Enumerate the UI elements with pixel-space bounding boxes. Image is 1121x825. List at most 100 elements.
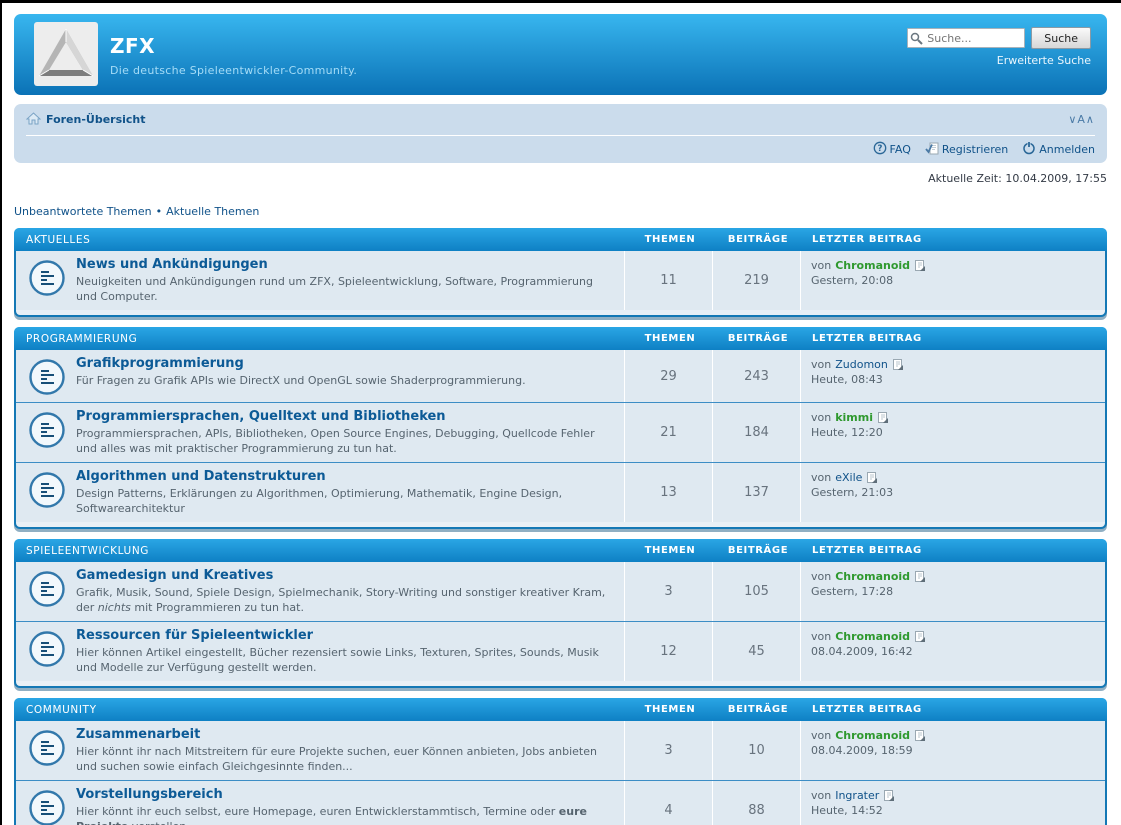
last-post-time: 08.04.2009, 16:42 <box>811 645 1101 658</box>
section-header: SPIELEENTWICKLUNG THEMEN BEITRÄGE LETZTE… <box>14 539 1107 562</box>
breadcrumb[interactable]: Foren-Übersicht <box>26 112 146 128</box>
last-poster-link[interactable]: Chromanoid <box>835 259 910 272</box>
forum-title-link[interactable]: Programmiersprachen, Quelltext und Bibli… <box>76 409 446 424</box>
column-header-lastpost: LETZTER BEITRAG <box>802 704 1107 715</box>
last-poster-link[interactable]: Ingrater <box>835 789 879 802</box>
quicklinks: Unbeantwortete Themen•Aktuelle Themen <box>14 205 1107 218</box>
column-header-topics: THEMEN <box>626 545 714 556</box>
column-header-lastpost: LETZTER BEITRAG <box>802 333 1107 344</box>
column-header-posts: BEITRÄGE <box>714 545 802 556</box>
last-post-time: Heute, 08:43 <box>811 373 1101 386</box>
posts-count: 105 <box>712 562 800 621</box>
forum-row: News und Ankündigungen Neuigkeiten und A… <box>16 251 1105 310</box>
login-link[interactable]: Anmelden <box>1022 141 1095 158</box>
last-post: vonChromanoid 08.04.2009, 16:42 <box>800 622 1105 681</box>
section-title[interactable]: AKTUELLES <box>14 234 626 246</box>
last-post-time: Heute, 12:20 <box>811 426 1101 439</box>
forum-title-link[interactable]: News und Ankündigungen <box>76 257 268 272</box>
forum-row: Programmiersprachen, Quelltext und Bibli… <box>16 402 1105 462</box>
topics-count: 12 <box>624 622 712 681</box>
forum-title-link[interactable]: Vorstellungsbereich <box>76 787 223 802</box>
forum-description: Hier könnt ihr nach Mitstreitern für eur… <box>76 744 610 774</box>
forum-icon <box>28 789 66 825</box>
last-post: vonkimmi Heute, 12:20 <box>800 403 1105 462</box>
posts-count: 45 <box>712 622 800 681</box>
forum-description: Grafik, Musik, Sound, Spiele Design, Spi… <box>76 585 610 615</box>
forum-icon <box>28 358 66 396</box>
forum-section-programmierung: PROGRAMMIERUNG THEMEN BEITRÄGE LETZTER B… <box>14 327 1107 529</box>
forum-icon <box>28 729 66 767</box>
navbar: Foren-Übersicht ∨A∧ ? FAQ Registrieren <box>14 104 1107 163</box>
topics-count: 21 <box>624 403 712 462</box>
forum-icon <box>28 570 66 608</box>
section-title[interactable]: PROGRAMMIERUNG <box>14 333 626 345</box>
last-post-time: 08.04.2009, 18:59 <box>811 744 1101 757</box>
goto-last-post-icon[interactable] <box>883 790 895 802</box>
last-poster-link[interactable]: eXile <box>835 471 862 484</box>
last-post: voneXile Gestern, 21:03 <box>800 463 1105 522</box>
goto-last-post-icon[interactable] <box>914 631 926 643</box>
forum-row: Ressourcen für Spieleentwickler Hier kön… <box>16 621 1105 681</box>
forum-title-link[interactable]: Algorithmen und Datenstrukturen <box>76 469 326 484</box>
forum-title-link[interactable]: Grafikprogrammierung <box>76 356 244 371</box>
column-header-posts: BEITRÄGE <box>714 333 802 344</box>
textsize-control[interactable]: ∨A∧ <box>1068 113 1095 126</box>
zfx-logo[interactable] <box>34 22 98 86</box>
forum-section-aktuelles: AKTUELLES THEMEN BEITRÄGE LETZTER BEITRA… <box>14 228 1107 317</box>
goto-last-post-icon[interactable] <box>866 472 878 484</box>
page: ZFX Die deutsche Spieleentwickler-Commun… <box>14 14 1107 825</box>
breadcrumb-label: Foren-Übersicht <box>46 113 146 126</box>
goto-last-post-icon[interactable] <box>914 730 926 742</box>
section-title[interactable]: COMMUNITY <box>14 704 626 716</box>
last-post-time: Gestern, 17:28 <box>811 585 1101 598</box>
topics-count: 3 <box>624 562 712 621</box>
register-link[interactable]: Registrieren <box>925 142 1008 158</box>
forum-row: Grafikprogrammierung Für Fragen zu Grafi… <box>16 350 1105 402</box>
search-button[interactable]: Suche <box>1031 27 1091 49</box>
last-poster-link[interactable]: Chromanoid <box>835 729 910 742</box>
question-icon: ? <box>873 141 887 158</box>
posts-count: 243 <box>712 350 800 402</box>
last-poster-link[interactable]: Chromanoid <box>835 630 910 643</box>
goto-last-post-icon[interactable] <box>877 412 889 424</box>
home-icon <box>26 112 41 128</box>
forum-icon <box>28 630 66 668</box>
forum-description: Neuigkeiten und Ankündigungen rund um ZF… <box>76 274 610 304</box>
posts-count: 219 <box>712 251 800 310</box>
search-icon <box>910 32 923 48</box>
advanced-search-link[interactable]: Erweiterte Suche <box>997 54 1091 67</box>
faq-link[interactable]: ? FAQ <box>873 141 911 158</box>
active-topics-link[interactable]: Aktuelle Themen <box>166 205 259 218</box>
last-post: vonChromanoid Gestern, 20:08 <box>800 251 1105 310</box>
section-title[interactable]: SPIELEENTWICKLUNG <box>14 545 626 557</box>
last-post-time: Heute, 14:52 <box>811 804 1101 817</box>
unanswered-topics-link[interactable]: Unbeantwortete Themen <box>14 205 152 218</box>
column-header-topics: THEMEN <box>626 704 714 715</box>
forum-row: Zusammenarbeit Hier könnt ihr nach Mitst… <box>16 721 1105 780</box>
last-poster-link[interactable]: Zudomon <box>835 358 888 371</box>
column-header-lastpost: LETZTER BEITRAG <box>802 545 1107 556</box>
goto-last-post-icon[interactable] <box>892 359 904 371</box>
column-header-topics: THEMEN <box>626 234 714 245</box>
forum-row: Algorithmen und Datenstrukturen Design P… <box>16 462 1105 522</box>
forum-description: Für Fragen zu Grafik APIs wie DirectX un… <box>76 373 610 388</box>
last-poster-link[interactable]: kimmi <box>835 411 873 424</box>
power-icon <box>1022 141 1036 158</box>
register-check-icon <box>925 142 939 158</box>
search-input[interactable] <box>907 28 1025 48</box>
posts-count: 88 <box>712 781 800 825</box>
last-post: vonIngrater Heute, 14:52 <box>800 781 1105 825</box>
goto-last-post-icon[interactable] <box>914 571 926 583</box>
forum-description: Design Patterns, Erklärungen zu Algorith… <box>76 486 610 516</box>
forum-title-link[interactable]: Ressourcen für Spieleentwickler <box>76 628 313 643</box>
goto-last-post-icon[interactable] <box>914 260 926 272</box>
section-header: PROGRAMMIERUNG THEMEN BEITRÄGE LETZTER B… <box>14 327 1107 350</box>
forum-icon <box>28 471 66 509</box>
column-header-lastpost: LETZTER BEITRAG <box>802 234 1107 245</box>
forum-title-link[interactable]: Gamedesign und Kreatives <box>76 568 273 583</box>
column-header-topics: THEMEN <box>626 333 714 344</box>
last-post: vonChromanoid Gestern, 17:28 <box>800 562 1105 621</box>
forum-title-link[interactable]: Zusammenarbeit <box>76 727 200 742</box>
last-poster-link[interactable]: Chromanoid <box>835 570 910 583</box>
site-header: ZFX Die deutsche Spieleentwickler-Commun… <box>14 14 1107 95</box>
